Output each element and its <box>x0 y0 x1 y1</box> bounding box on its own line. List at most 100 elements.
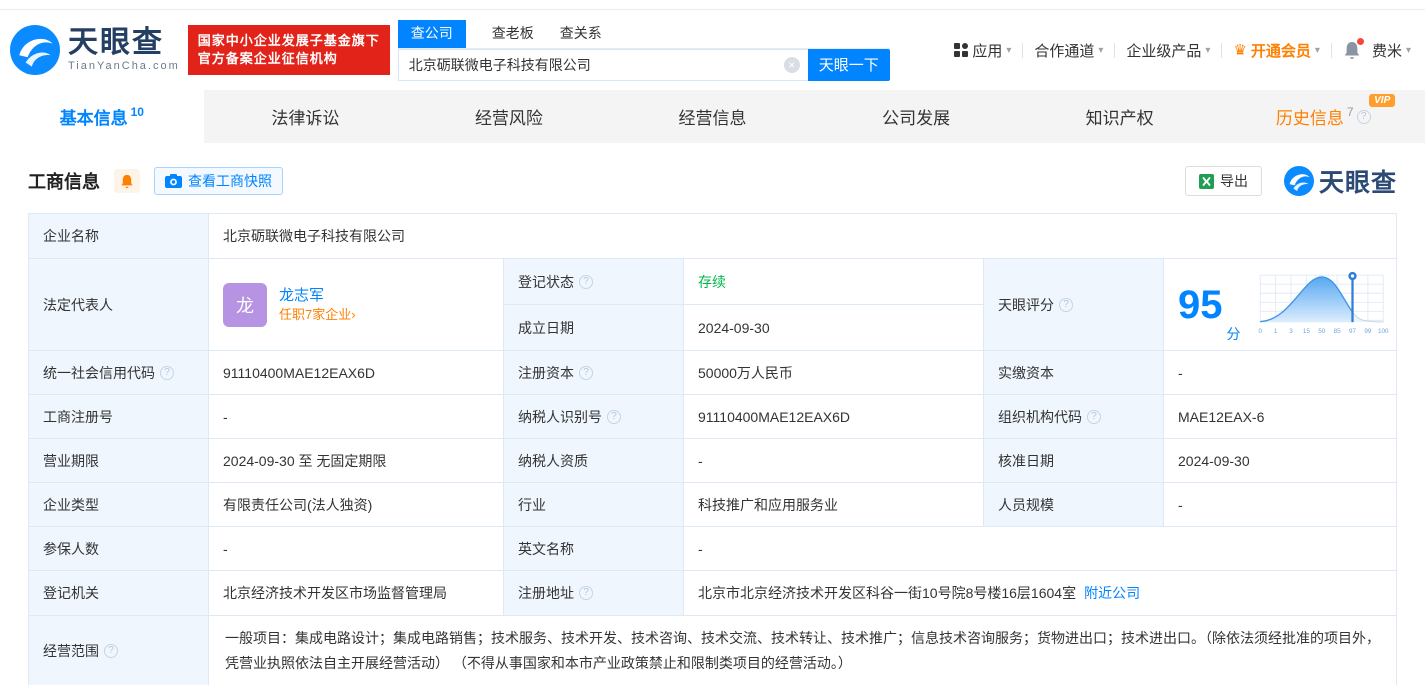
legal-rep-avatar[interactable]: 龙 <box>223 282 267 327</box>
tianyancha-swirl-icon <box>10 25 60 75</box>
address-text: 北京市北京经济技术开发区科谷一街10号院8号楼16层1604室 <box>698 585 1077 601</box>
badge-line1: 国家中小企业发展子基金旗下 <box>197 32 380 48</box>
svg-text:99: 99 <box>1364 328 1372 335</box>
field-label-industry: 行业 <box>504 483 684 527</box>
nav-partner[interactable]: 合作通道 ▾ <box>1034 40 1103 61</box>
label-text: 登记状态 <box>518 273 574 290</box>
export-button[interactable]: 导出 <box>1184 166 1262 196</box>
notification-bell-button[interactable] <box>1343 37 1364 60</box>
field-label-establish-date: 成立日期 <box>504 305 684 351</box>
clear-search-icon[interactable]: × <box>783 56 800 73</box>
help-icon[interactable]: ? <box>160 365 174 380</box>
tab-label: 基本信息 <box>59 109 128 128</box>
search-tab-company[interactable]: 查公司 <box>397 19 466 48</box>
field-value-insured-count: - <box>209 527 504 571</box>
field-value-industry: 科技推广和应用服务业 <box>684 483 984 527</box>
field-value-reg-address: 北京市北京经济技术开发区科谷一街10号院8号楼16层1604室 附近公司 <box>684 571 1397 616</box>
label-text: 注册地址 <box>518 585 574 601</box>
nav-enterprise[interactable]: 企业级产品 ▾ <box>1126 40 1210 61</box>
help-icon[interactable]: ? <box>579 274 593 289</box>
view-snapshot-button[interactable]: 查看工商快照 <box>154 167 283 195</box>
label-text: 注册资本 <box>518 364 574 381</box>
field-value-reg-status: 存续 <box>684 259 984 305</box>
search-input[interactable] <box>397 48 808 81</box>
nav-apps-label: 应用 <box>972 42 1003 60</box>
header: 天眼查 TianYanCha.com 国家中小企业发展子基金旗下 官方备案企业征… <box>0 10 1425 90</box>
nav-vip[interactable]: ♛ 开通会员 ▾ <box>1233 40 1320 61</box>
tab-label: 知识产权 <box>1085 109 1154 128</box>
field-value-establish-date: 2024-09-30 <box>684 305 984 351</box>
help-icon[interactable]: ? <box>579 586 593 600</box>
excel-icon <box>1198 173 1214 189</box>
score-unit: 分 <box>1226 326 1241 342</box>
tab-operating-info[interactable]: 经营信息 <box>611 90 815 143</box>
label-text: 经营范围 <box>43 642 99 659</box>
svg-text:50: 50 <box>1318 328 1326 335</box>
certification-badge: 国家中小企业发展子基金旗下 官方备案企业征信机构 <box>187 24 390 76</box>
nav-partner-label: 合作通道 <box>1034 42 1095 60</box>
nav-user-label: 费米 <box>1371 42 1402 60</box>
tab-company-development[interactable]: 公司发展 <box>814 90 1018 143</box>
tab-count: 10 <box>130 104 144 119</box>
field-value-paid-capital: - <box>1164 351 1397 395</box>
field-label-taxpayer-quality: 纳税人资质 <box>504 439 684 483</box>
field-label-english-name: 英文名称 <box>504 527 684 571</box>
search-tab-relation[interactable]: 查关系 <box>560 20 602 48</box>
subscribe-bell-button[interactable] <box>114 169 140 193</box>
camera-icon <box>165 174 182 188</box>
search-button[interactable]: 天眼一下 <box>807 48 890 81</box>
help-icon[interactable]: ? <box>1087 409 1101 424</box>
nav-user[interactable]: 费米 ▾ <box>1372 40 1411 61</box>
export-label: 导出 <box>1219 173 1248 189</box>
field-label-reg-capital: 注册资本 ? <box>504 351 684 395</box>
label-text: 天眼评分 <box>998 296 1054 313</box>
search-tab-boss[interactable]: 查老板 <box>492 20 534 48</box>
svg-text:3: 3 <box>1289 328 1293 335</box>
help-icon[interactable]: ? <box>607 409 621 424</box>
field-value-company-type: 有限责任公司(法人独资) <box>209 483 504 527</box>
tab-legal-proceedings[interactable]: 法律诉讼 <box>204 90 408 143</box>
field-value-staff-size: - <box>1164 483 1397 527</box>
field-value-taxpayer-quality: - <box>684 439 984 483</box>
nearby-companies-link[interactable]: 附近公司 <box>1084 583 1140 603</box>
crown-icon: ♛ <box>1233 42 1247 59</box>
label-text: 统一社会信用代码 <box>43 364 155 381</box>
top-divider <box>0 0 1425 10</box>
field-label-staff-size: 人员规模 <box>984 483 1164 527</box>
chevron-down-icon: ▾ <box>1098 44 1104 56</box>
tab-basic-info[interactable]: 基本信息 10 <box>0 90 204 143</box>
tianyancha-logo[interactable]: 天眼查 TianYanCha.com <box>10 25 180 75</box>
tab-operating-risk[interactable]: 经营风险 <box>407 90 611 143</box>
legal-rep-positions-link[interactable]: 任职7家企业› <box>279 308 356 321</box>
chevron-down-icon: ▾ <box>1405 44 1411 56</box>
field-label-org-code: 组织机构代码 ? <box>984 395 1164 439</box>
help-icon[interactable]: ? <box>1059 297 1073 312</box>
tab-label: 法律诉讼 <box>271 109 340 128</box>
tab-label: 历史信息 <box>1275 109 1344 128</box>
field-label-company-name: 企业名称 <box>29 214 209 259</box>
help-icon[interactable]: ? <box>104 643 118 658</box>
business-info-header: 工商信息 查看工商快照 导出 天眼查 <box>0 143 1425 213</box>
field-label-reg-address: 注册地址 ? <box>504 571 684 616</box>
svg-text:97: 97 <box>1348 328 1356 335</box>
nav-apps[interactable]: 应用 ▾ <box>954 40 1011 61</box>
brand-name: 天眼查 <box>68 26 164 59</box>
tab-label: 公司发展 <box>882 109 951 128</box>
field-value-approval-date: 2024-09-30 <box>1164 439 1397 483</box>
help-icon[interactable]: ? <box>1356 109 1371 124</box>
notification-dot <box>1356 37 1364 45</box>
watermark-logo: 天眼查 <box>1283 163 1397 199</box>
vip-badge: VIP <box>1369 94 1396 107</box>
tab-intellectual-property[interactable]: 知识产权 <box>1018 90 1222 143</box>
chevron-down-icon: ▾ <box>1205 44 1211 56</box>
tab-history-info[interactable]: VIP 历史信息 7 ? <box>1221 90 1425 143</box>
field-value-org-code: MAE12EAX-6 <box>1164 395 1397 439</box>
score-distribution-chart: 0 1 3 15 50 85 97 99 100 <box>1258 271 1389 335</box>
help-icon[interactable]: ? <box>579 365 593 380</box>
svg-text:1: 1 <box>1273 328 1277 335</box>
field-value-english-name: - <box>684 527 1397 571</box>
legal-rep-name-link[interactable]: 龙志军 <box>279 288 356 303</box>
chevron-down-icon: ▾ <box>1006 44 1012 56</box>
nav-vip-label: 开通会员 <box>1250 42 1311 60</box>
nav-divider <box>1114 42 1116 58</box>
